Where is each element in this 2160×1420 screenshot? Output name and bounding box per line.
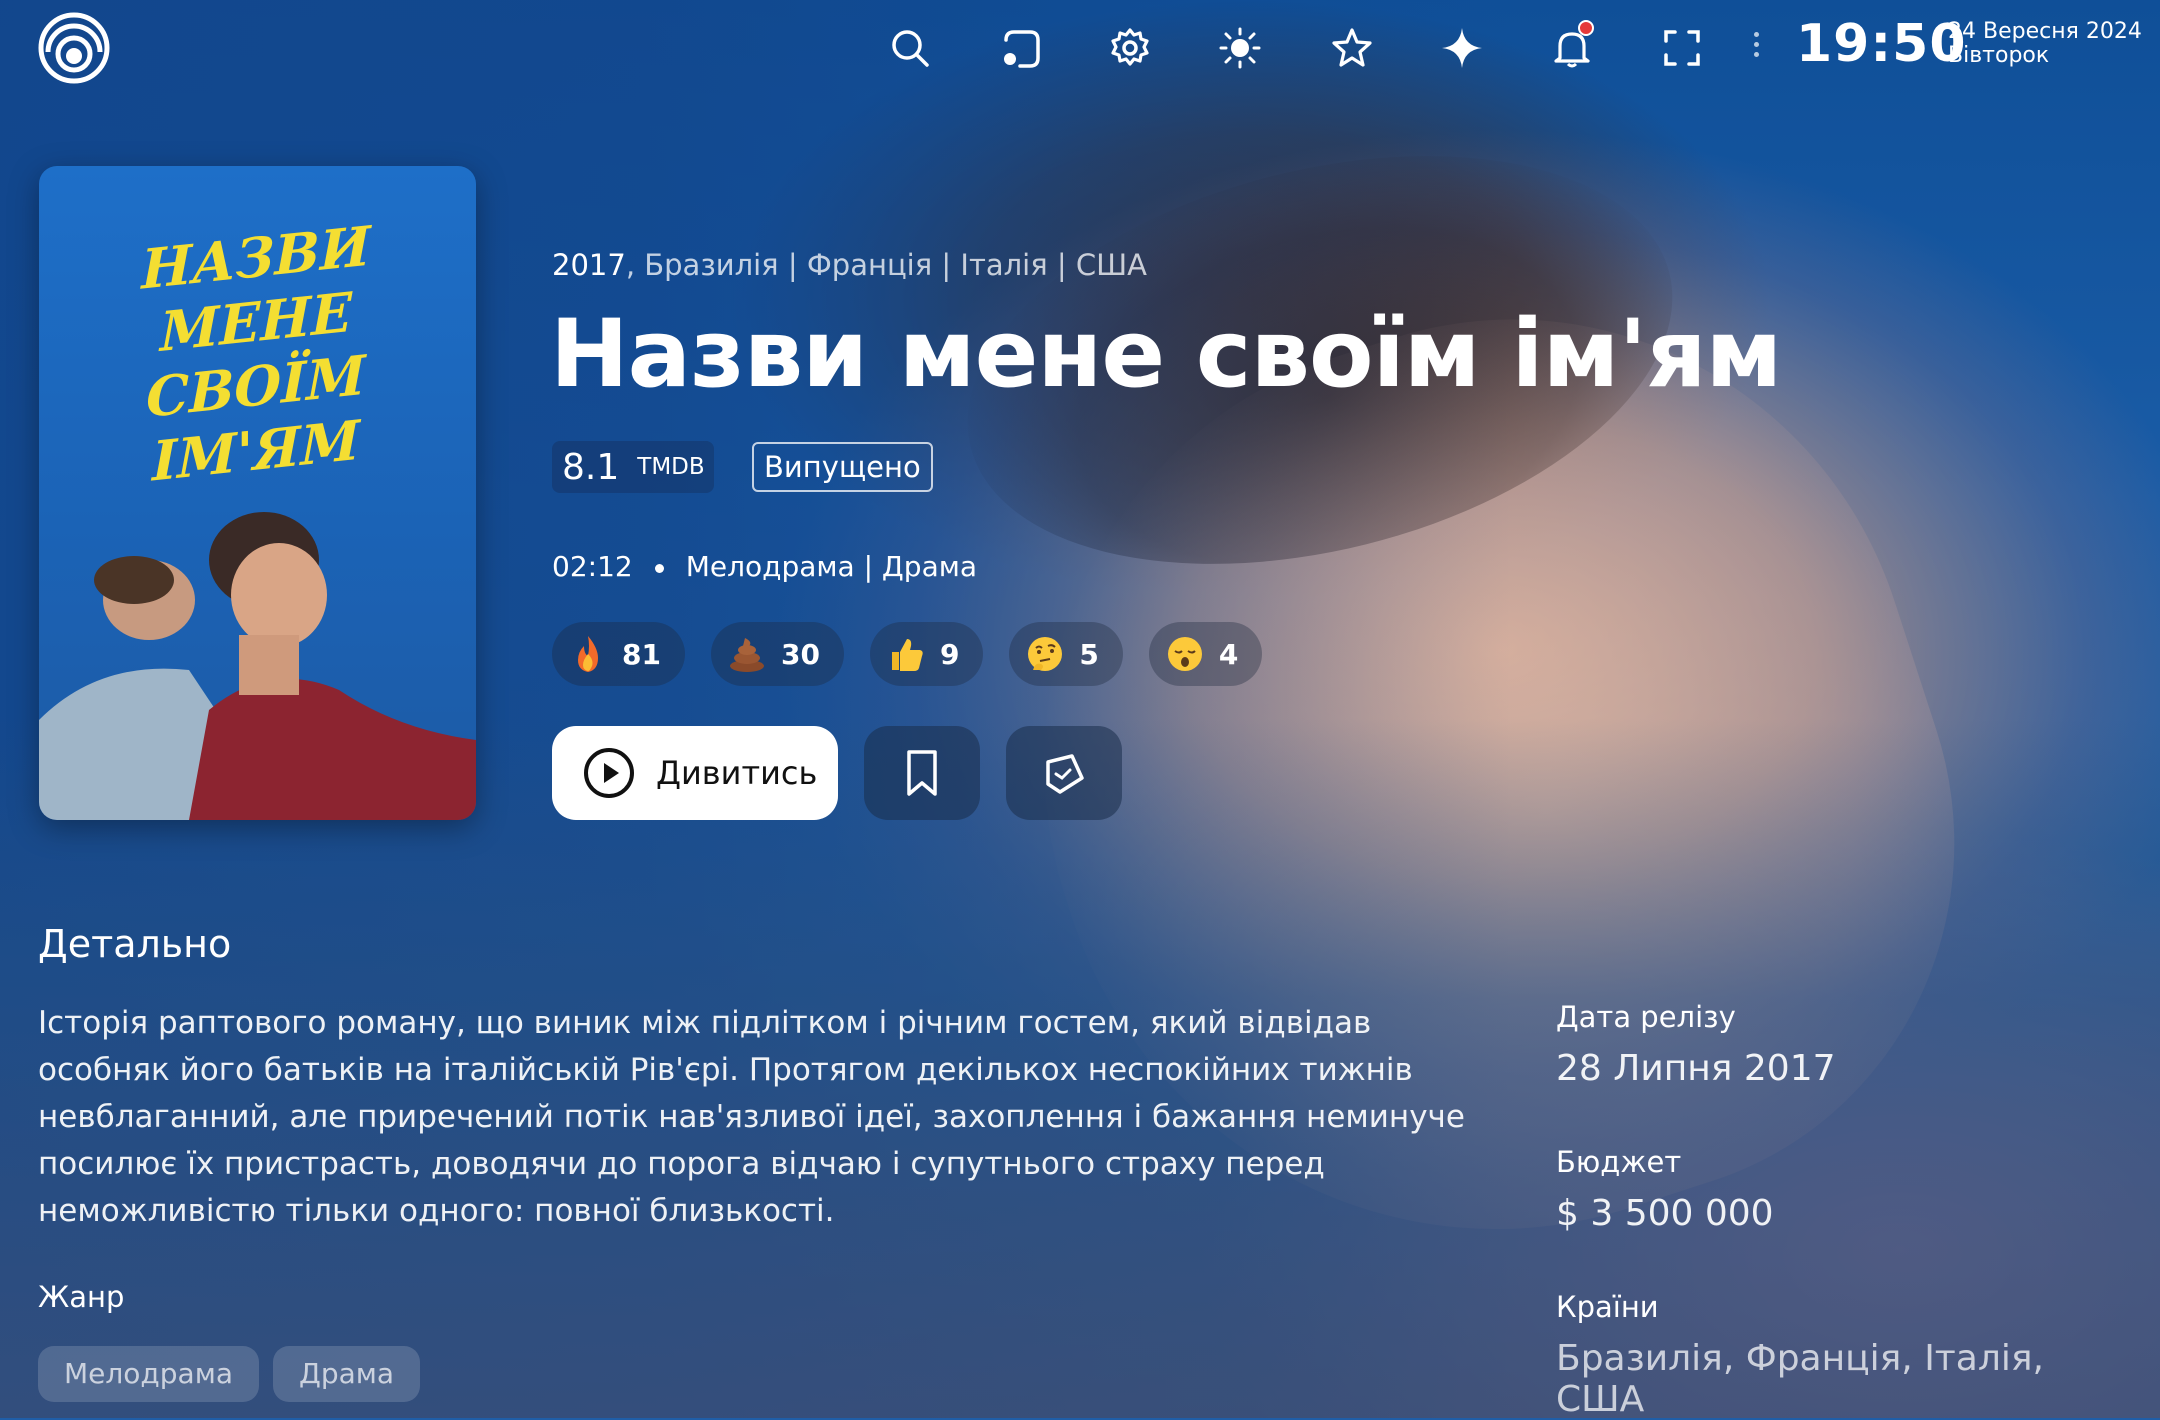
reaction-count: 30 bbox=[780, 637, 820, 671]
budget-label: Бюджет bbox=[1556, 1145, 1682, 1179]
fire-icon bbox=[578, 636, 598, 672]
thinking-icon bbox=[1028, 637, 1063, 671]
play-icon bbox=[584, 748, 634, 798]
rating-box: 8.1 TMDB bbox=[552, 441, 714, 493]
details-heading: Детально bbox=[38, 922, 232, 966]
rating-source: TMDB bbox=[637, 454, 705, 480]
countries-line: , Бразилія | Франція | Італія | США bbox=[625, 248, 1147, 282]
movie-description: Історія раптового роману, що виник між п… bbox=[38, 1005, 1465, 1229]
runtime-genres-line: 02:12 Мелодрама | Драма bbox=[552, 550, 977, 583]
reaction-count: 81 bbox=[622, 637, 661, 671]
reaction-thinking[interactable]: 5 bbox=[1009, 622, 1123, 686]
genre-tags: Мелодрама Драма bbox=[38, 1346, 421, 1402]
genre-heading: Жанр bbox=[38, 1280, 125, 1314]
star-icon[interactable] bbox=[1326, 22, 1378, 74]
rating-value: 8.1 bbox=[562, 446, 620, 488]
brightness-icon[interactable] bbox=[1214, 22, 1266, 74]
menu-dots-icon[interactable] bbox=[1752, 28, 1760, 68]
device-icon[interactable] bbox=[994, 22, 1046, 74]
reaction-poop[interactable]: 30 bbox=[710, 622, 844, 686]
release-year: 2017 bbox=[552, 248, 626, 282]
genres-line: Мелодрама | Драма bbox=[685, 550, 978, 583]
tag-icon bbox=[1046, 754, 1084, 794]
movie-title: Назви мене своїм ім'ям bbox=[550, 300, 1782, 409]
sparkle-icon[interactable] bbox=[1436, 22, 1488, 74]
reaction-count: 9 bbox=[939, 637, 960, 671]
watch-button-label: Дивитись bbox=[656, 754, 818, 792]
release-date-value: 28 Липня 2017 bbox=[1556, 1048, 1836, 1089]
budget-value: $ 3 500 000 bbox=[1556, 1193, 1774, 1234]
reactions-bar: 81 30 9 5 4 bbox=[552, 622, 1263, 686]
watch-button[interactable]: Дивитись bbox=[552, 726, 838, 820]
reaction-count: 4 bbox=[1218, 637, 1239, 671]
fullscreen-icon[interactable] bbox=[1656, 22, 1708, 74]
bookmark-icon bbox=[907, 750, 937, 796]
movie-meta-line: 2017, Бразилія | Франція | Італія | США bbox=[552, 248, 1147, 282]
poster-artwork bbox=[39, 512, 476, 820]
date-text: 24 Вересня 2024 bbox=[1948, 19, 2142, 44]
reaction-count: 5 bbox=[1079, 637, 1099, 671]
top-bar: 19:50 24 Вересня 2024 Вівторок bbox=[0, 0, 2160, 96]
bell-icon[interactable] bbox=[1546, 20, 1598, 74]
bookmark-button[interactable] bbox=[864, 726, 980, 820]
tag-button[interactable] bbox=[1006, 726, 1122, 820]
genre-tag[interactable]: Драма bbox=[272, 1346, 421, 1402]
gear-icon[interactable] bbox=[1104, 22, 1156, 74]
movie-poster[interactable]: НАЗВИ МЕНЕ СВОЇМ ІМ'ЯМ bbox=[39, 166, 476, 820]
runtime: 02:12 bbox=[552, 550, 633, 583]
countries-value: Бразилія, Франція, Італія, США bbox=[1556, 1338, 2044, 1420]
release-date-label: Дата релізу bbox=[1556, 1000, 1736, 1034]
thumbs-up-icon bbox=[891, 639, 923, 671]
clock: 19:50 bbox=[1796, 14, 1967, 74]
poop-icon bbox=[729, 638, 764, 672]
sleepy-icon bbox=[1167, 637, 1202, 671]
poster-title: НАЗВИ МЕНЕ СВОЇМ ІМ'ЯМ bbox=[141, 213, 371, 494]
search-icon[interactable] bbox=[884, 22, 936, 74]
reaction-thumbs-up[interactable]: 9 bbox=[869, 622, 984, 686]
app-logo[interactable] bbox=[38, 12, 110, 84]
weekday-text: Вівторок bbox=[1948, 43, 2050, 68]
details-sidebar: Дата релізу 28 Липня 2017 Бюджет $ 3 500… bbox=[1556, 1000, 2136, 1420]
notification-badge bbox=[1578, 20, 1594, 36]
genre-tag[interactable]: Мелодрама bbox=[38, 1346, 259, 1402]
countries-label: Країни bbox=[1556, 1290, 1659, 1324]
reaction-sleepy[interactable]: 4 bbox=[1148, 622, 1263, 686]
status-badge: Випущено bbox=[752, 442, 933, 492]
date-display: 24 Вересня 2024 Вівторок bbox=[1948, 20, 2142, 68]
reaction-fire[interactable]: 81 bbox=[552, 622, 685, 686]
